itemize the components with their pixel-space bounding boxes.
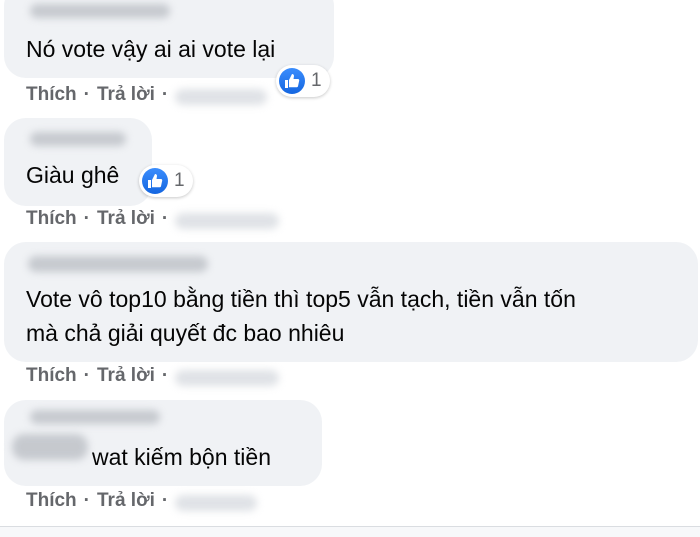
reaction-badge[interactable]: 1 bbox=[139, 165, 193, 197]
comment-actions: Thích · Trả lời · bbox=[26, 208, 280, 230]
comment-bubble-2: Giàu ghê bbox=[4, 118, 152, 206]
separator: · bbox=[83, 208, 90, 229]
commenter-name-blurred bbox=[30, 132, 126, 146]
comment-actions: Thích · Trả lời · bbox=[26, 490, 258, 512]
timestamp-blurred bbox=[175, 89, 268, 105]
reply-link[interactable]: Trả lời bbox=[97, 208, 155, 230]
comment-actions: Thích · Trả lời · bbox=[26, 365, 280, 387]
reaction-badge[interactable]: 1 bbox=[276, 65, 330, 97]
like-icon bbox=[279, 68, 305, 94]
timestamp-blurred bbox=[175, 370, 280, 386]
commenter-name-blurred-line-2 bbox=[12, 434, 88, 460]
comment-bubble-4: wat kiếm bộn tiền bbox=[4, 400, 322, 486]
reply-link[interactable]: Trả lời bbox=[97, 84, 155, 106]
timestamp-blurred bbox=[175, 495, 258, 511]
next-section-edge bbox=[0, 527, 700, 537]
reply-link[interactable]: Trả lời bbox=[97, 490, 155, 512]
comment-thread: Nó vote vậy ai ai vote lại 1 Thích · Trả… bbox=[0, 0, 700, 537]
commenter-name-blurred bbox=[30, 410, 160, 424]
comment-actions: Thích · Trả lời · bbox=[26, 84, 268, 106]
comment-text-line-1: Vote vô top10 bằng tiền thì top5 vẫn tạc… bbox=[26, 286, 576, 312]
like-link[interactable]: Thích bbox=[26, 208, 77, 230]
like-link[interactable]: Thích bbox=[26, 490, 77, 512]
like-link[interactable]: Thích bbox=[26, 84, 77, 106]
like-icon bbox=[142, 168, 168, 194]
reply-link[interactable]: Trả lời bbox=[97, 365, 155, 387]
comment-text: Nó vote vậy ai ai vote lại bbox=[26, 36, 276, 62]
comment-text: Giàu ghê bbox=[26, 162, 120, 188]
comment-bubble-3: Vote vô top10 bằng tiền thì top5 vẫn tạc… bbox=[4, 242, 698, 362]
comment-text: wat kiếm bộn tiền bbox=[92, 444, 271, 470]
separator: · bbox=[83, 490, 90, 511]
separator: · bbox=[161, 365, 169, 386]
timestamp-blurred bbox=[175, 213, 280, 229]
separator: · bbox=[161, 490, 169, 511]
reaction-count: 1 bbox=[174, 170, 185, 191]
commenter-name-blurred bbox=[28, 256, 208, 272]
like-link[interactable]: Thích bbox=[26, 365, 77, 387]
reaction-count: 1 bbox=[311, 70, 322, 91]
comment-text-line-2: mà chả giải quyết đc bao nhiêu bbox=[26, 320, 345, 346]
commenter-name-blurred bbox=[30, 4, 170, 18]
separator: · bbox=[83, 365, 90, 386]
separator: · bbox=[161, 84, 169, 105]
separator: · bbox=[161, 208, 169, 229]
separator: · bbox=[83, 84, 90, 105]
